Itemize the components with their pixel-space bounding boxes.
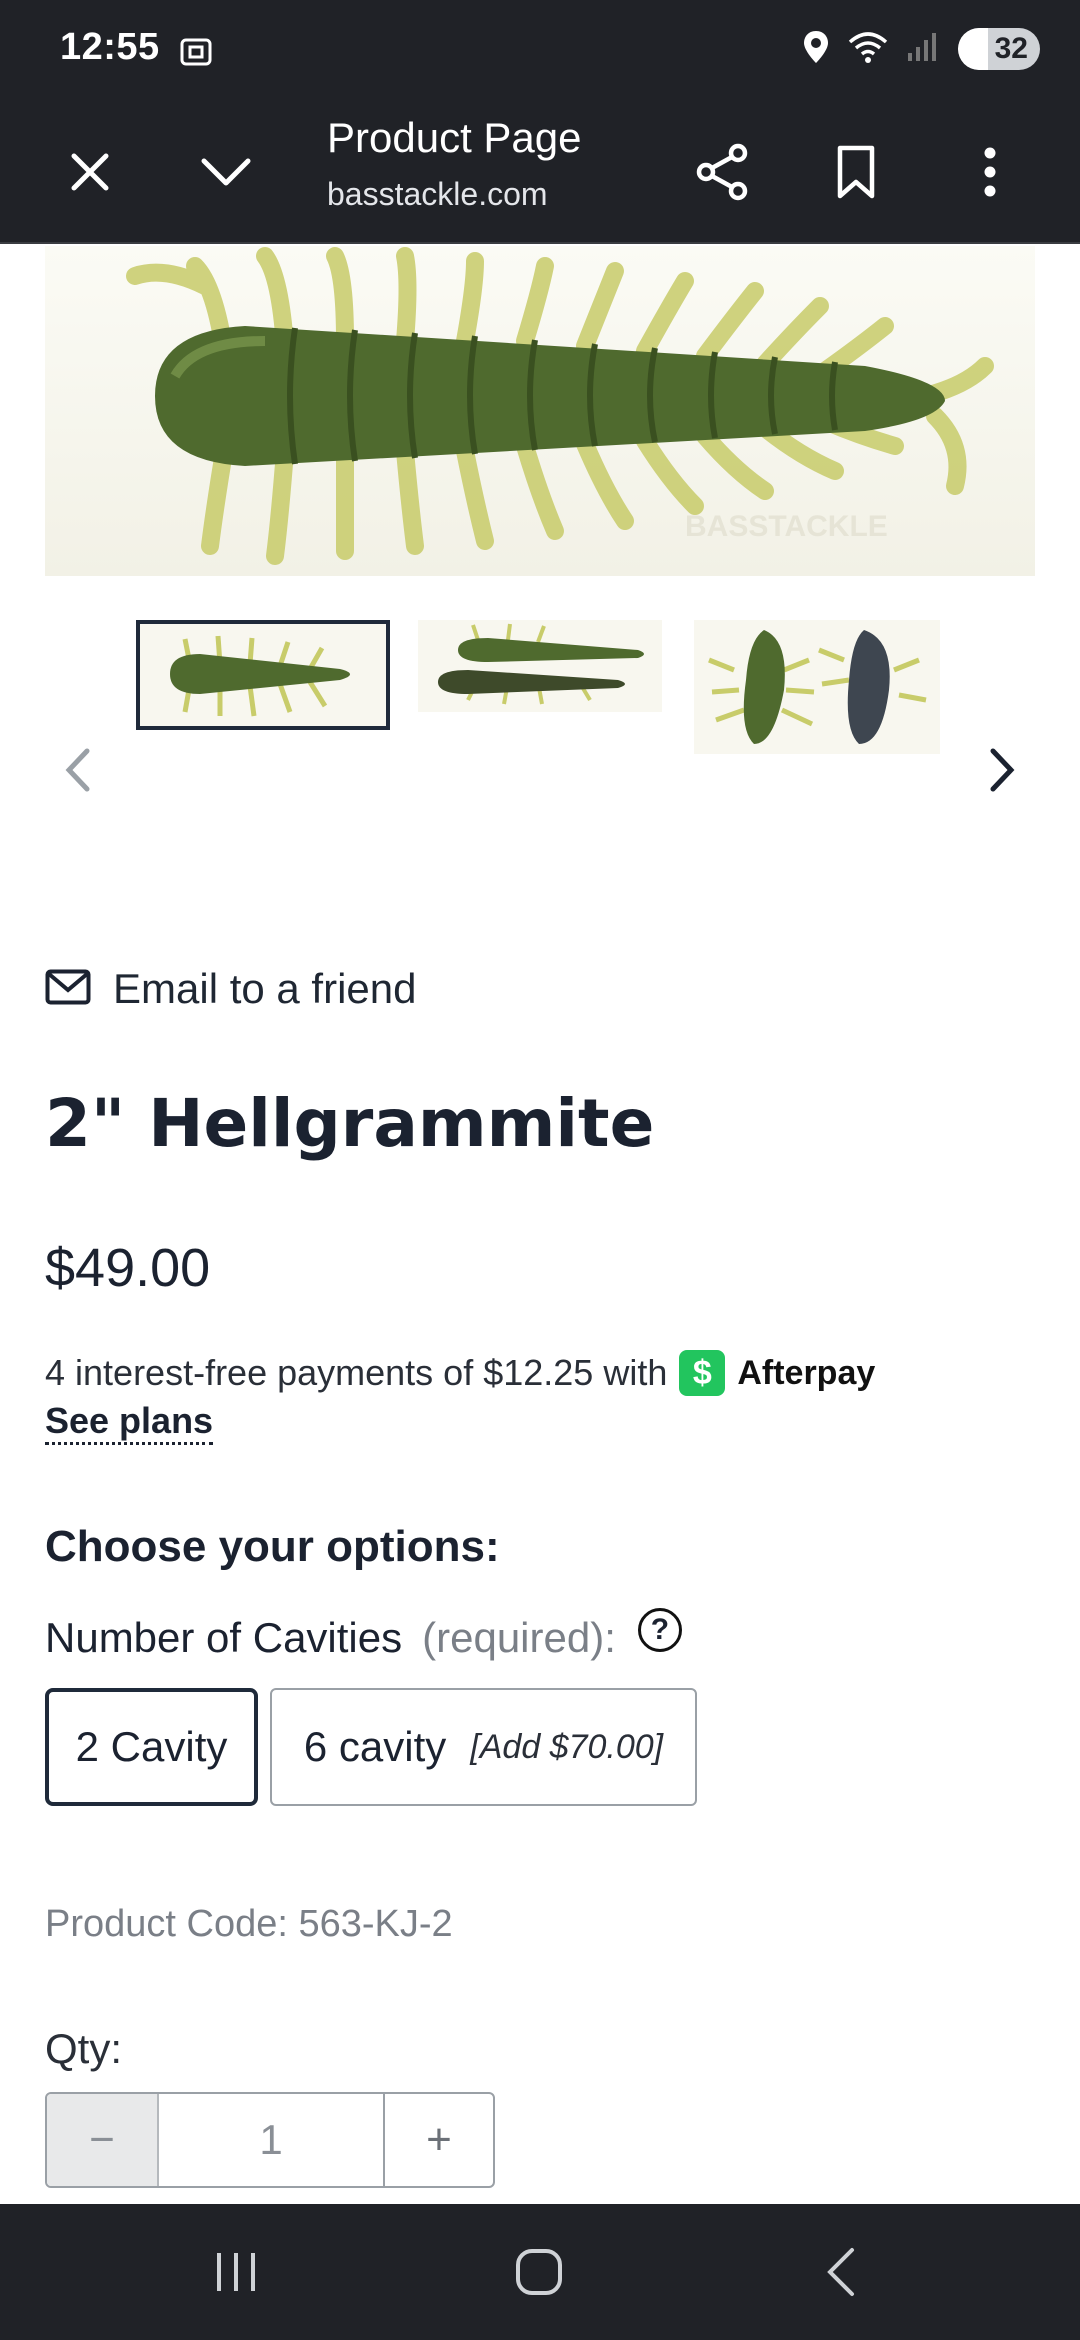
recent-apps-icon[interactable] [181,2234,291,2310]
quantity-stepper: − 1 + [45,2092,495,2188]
product-code: Product Code: 563-KJ-2 [45,1903,453,1945]
screenshot-icon [178,34,214,75]
qty-decrement-button[interactable]: − [47,2094,159,2186]
thumbnail-1[interactable] [136,620,390,730]
browser-toolbar: Product Page basstackle.com [0,100,1080,244]
qty-label: Qty: [45,2025,123,2072]
option-addon-price: [Add $70.00] [470,1727,664,1766]
status-icons: 32 [802,28,1040,70]
page-url[interactable]: basstackle.com [327,176,548,213]
product-price: $49.00 [45,1238,211,1298]
option-6-cavity[interactable]: 6 cavity [Add $70.00] [270,1688,697,1806]
thumbnail-strip [0,620,1080,800]
afterpay-logo-icon: $ [679,1350,726,1396]
option-required: (required): [422,1614,616,1661]
option-2-cavity[interactable]: 2 Cavity [45,1688,258,1806]
help-icon[interactable]: ? [637,1608,682,1652]
email-to-friend-link[interactable]: Email to a friend [45,965,416,1013]
location-icon [802,29,830,70]
gallery-next-arrow[interactable] [972,740,1032,800]
product-title: 2" Hellgrammite [45,1085,655,1162]
envelope-icon [45,969,91,1010]
back-icon[interactable] [786,2234,896,2310]
afterpay-name: Afterpay [737,1353,876,1392]
bookmark-icon[interactable] [814,130,898,214]
email-link-label: Email to a friend [113,965,417,1012]
more-icon[interactable] [948,130,1032,214]
see-plans-link[interactable]: See plans [45,1400,214,1445]
wifi-icon [848,30,888,69]
thumbnail-2[interactable] [418,620,662,712]
system-nav-bar [0,2204,1080,2340]
battery-level: 32 [994,32,1028,65]
battery-icon: 32 [958,28,1040,70]
choose-options-heading: Choose your options: [45,1522,500,1571]
option-label-text: 2 Cavity [75,1723,228,1770]
option-label: Number of Cavities (required): ? [45,1608,682,1662]
page-title[interactable]: Product Page [327,114,582,162]
product-main-image[interactable]: BASSTACKLE [45,246,1035,576]
qty-input[interactable]: 1 [159,2094,385,2186]
home-icon[interactable] [484,2234,594,2310]
status-time: 12:55 [60,26,160,68]
status-bar: 12:55 32 [0,0,1080,100]
afterpay-text: 4 interest-free payments of $12.25 with [45,1352,668,1393]
signal-icon [906,31,940,68]
gallery-prev-arrow[interactable] [48,740,108,800]
qty-increment-button[interactable]: + [385,2094,493,2186]
close-icon[interactable] [48,130,132,214]
option-name: Number of Cavities [45,1614,403,1661]
share-icon[interactable] [680,130,764,214]
image-watermark: BASSTACKLE [685,510,888,543]
thumbnail-3[interactable] [694,620,940,754]
option-label-text: 6 cavity [303,1723,447,1770]
chevron-down-icon[interactable] [184,130,268,214]
afterpay-info: 4 interest-free payments of $12.25 with … [45,1350,875,1396]
